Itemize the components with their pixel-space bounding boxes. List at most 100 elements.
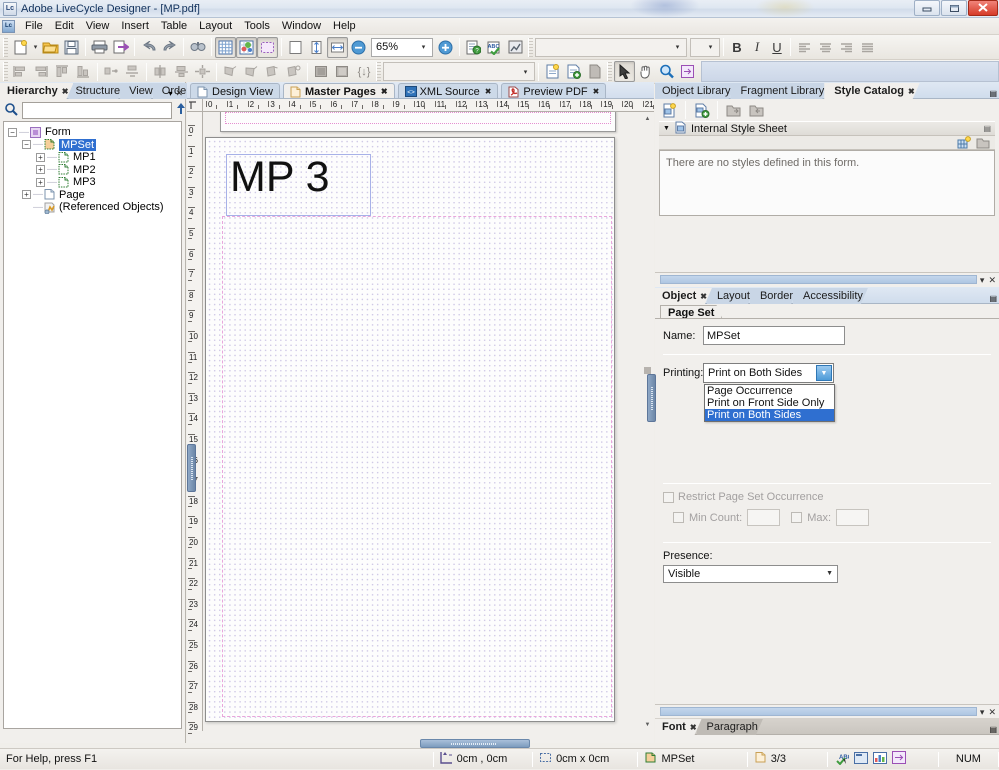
search-icon[interactable]: [4, 102, 18, 119]
tab-object-library[interactable]: Object Library: [655, 83, 735, 99]
printing-dropdown-list[interactable]: Page Occurrence Print on Front Side Only…: [704, 384, 835, 422]
align-objects-right-icon[interactable]: [31, 61, 52, 82]
same-size-icon[interactable]: [262, 61, 283, 82]
right-splitter-handle[interactable]: [647, 374, 656, 422]
underline-button[interactable]: U: [767, 37, 787, 57]
canvas-area[interactable]: MP 3: [204, 112, 641, 731]
tree-node-mp3[interactable]: + — MP3: [4, 176, 181, 189]
menu-view[interactable]: View: [80, 19, 116, 33]
tab-preview-pdf[interactable]: Preview PDF ✖: [501, 83, 607, 99]
distribute-horizontal-icon[interactable]: [101, 61, 122, 82]
chevron-down-icon-font[interactable]: ▾: [670, 40, 685, 55]
edit-fields-icon[interactable]: [677, 61, 698, 82]
tab-paragraph[interactable]: Paragraph: [697, 719, 763, 735]
previous-page-fragment[interactable]: [220, 112, 616, 132]
tab-fragment-library[interactable]: Fragment Library: [730, 83, 829, 99]
tab-structure[interactable]: Structure: [68, 83, 125, 99]
align-objects-left-icon[interactable]: [10, 61, 31, 82]
presence-dropdown[interactable]: Visible ▼: [663, 565, 838, 583]
min-count-checkbox[interactable]: [673, 512, 684, 523]
tab-master-pages[interactable]: Master Pages ✖: [282, 83, 395, 99]
align-left-icon[interactable]: [794, 37, 815, 58]
style-list[interactable]: There are no styles defined in this form…: [659, 150, 995, 216]
select-tool-icon[interactable]: [614, 61, 635, 82]
preview-status-icon[interactable]: [853, 751, 868, 767]
close-icon-font-tab[interactable]: ✖: [690, 723, 697, 732]
max-checkbox[interactable]: [791, 512, 803, 523]
expander-mp1[interactable]: +: [36, 152, 45, 162]
bold-button[interactable]: B: [727, 37, 747, 57]
close-icon-preview-pdf[interactable]: ✖: [593, 87, 600, 96]
tab-object[interactable]: Object ✖: [655, 288, 712, 304]
zoom-in-icon[interactable]: [435, 37, 456, 58]
panel-menu-icon-font[interactable]: ▾: [980, 707, 985, 718]
chevron-down-icon-stylesheet[interactable]: ▼: [663, 125, 670, 132]
search-input[interactable]: [22, 101, 172, 119]
bottom-splitter-handle[interactable]: [420, 739, 530, 748]
tab-style-catalog[interactable]: Style Catalog ✖: [824, 83, 919, 99]
fit-to-content-icon[interactable]: [283, 61, 304, 82]
restrict-occurrence-row[interactable]: Restrict Page Set Occurrence: [655, 491, 999, 503]
tab-order-icon[interactable]: {↓}: [353, 61, 374, 82]
app-menu-icon[interactable]: Lc: [2, 19, 15, 33]
printing-dropdown[interactable]: Print on Both Sides ▼ Page Occurrence Pr…: [703, 363, 835, 422]
close-icon-font-panel[interactable]: ✕: [988, 707, 996, 718]
zoom-tool-icon[interactable]: [656, 61, 677, 82]
ruler-corner[interactable]: [187, 99, 203, 112]
close-icon-object-panel[interactable]: ✕: [988, 275, 996, 286]
new-form-icon[interactable]: [10, 37, 31, 58]
align-center-icon[interactable]: [815, 37, 836, 58]
expander-mp2[interactable]: +: [36, 165, 45, 175]
close-icon-left-panel[interactable]: ✕: [175, 89, 183, 98]
tab-accessibility[interactable]: Accessibility: [793, 288, 868, 304]
tab-border[interactable]: Border: [750, 288, 798, 304]
tab-hierarchy[interactable]: Hierarchy ✖: [0, 83, 73, 99]
spellcheck-status-icon[interactable]: ABC: [834, 751, 852, 768]
master-page-text-object[interactable]: MP 3: [226, 154, 371, 216]
tab-font[interactable]: Font ✖: [655, 719, 702, 735]
hierarchy-tree[interactable]: − — Form − — MPSet + — MP1 + — MP2 + — M…: [3, 121, 182, 729]
show-grid-icon[interactable]: [215, 36, 236, 58]
tree-node-mpset[interactable]: − — MPSet: [4, 138, 181, 152]
actual-size-icon[interactable]: [285, 37, 306, 58]
menu-table[interactable]: Table: [155, 19, 193, 33]
align-objects-bottom-icon[interactable]: [73, 61, 94, 82]
tab-layout[interactable]: Layout: [707, 288, 755, 304]
menu-help[interactable]: Help: [327, 19, 362, 33]
max-field[interactable]: [836, 509, 870, 526]
align-right-icon[interactable]: [836, 37, 857, 58]
print-preview-icon[interactable]: [110, 37, 131, 58]
panel-menu-icon-object-tabs[interactable]: ▤: [989, 294, 997, 303]
form-status-icon[interactable]: [891, 751, 906, 767]
toolbar-grip-3[interactable]: [3, 62, 8, 81]
form-properties-icon[interactable]: ?: [463, 37, 484, 58]
save-icon[interactable]: [61, 37, 82, 58]
restrict-occurrence-checkbox[interactable]: [663, 491, 674, 503]
close-icon-master-pages[interactable]: ✖: [381, 87, 388, 96]
zoom-out-icon[interactable]: [348, 37, 369, 58]
show-boundaries-icon[interactable]: [257, 36, 278, 58]
expander-mpset[interactable]: −: [22, 140, 31, 150]
internal-style-sheet-header[interactable]: ▼ Internal Style Sheet ▤: [659, 121, 995, 136]
master-page-canvas[interactable]: MP 3: [205, 137, 615, 722]
same-width-icon[interactable]: [220, 61, 241, 82]
expander-form[interactable]: −: [8, 127, 17, 137]
toolbar-grip-2[interactable]: [528, 37, 533, 57]
chevron-down-icon-presence[interactable]: ▼: [826, 570, 833, 577]
printing-option-front-side-only[interactable]: Print on Front Side Only: [705, 397, 834, 409]
close-button[interactable]: [968, 0, 998, 16]
center-horizontally-icon[interactable]: [150, 61, 171, 82]
same-height-icon[interactable]: [241, 61, 262, 82]
export-style-icon[interactable]: [746, 100, 767, 121]
minimize-button[interactable]: [914, 0, 940, 16]
toolbar-grip-5[interactable]: [607, 62, 612, 81]
add-style-icon[interactable]: [691, 100, 712, 121]
menu-layout[interactable]: Layout: [193, 19, 238, 33]
close-icon-xml-source[interactable]: ✖: [485, 87, 492, 96]
tab-design-view[interactable]: Design View: [190, 83, 280, 99]
printing-option-both-sides[interactable]: Print on Both Sides: [705, 409, 834, 421]
panel-menu-icon[interactable]: ▾: [168, 89, 172, 98]
delete-style-icon[interactable]: [976, 136, 990, 152]
close-icon-object-tab[interactable]: ✖: [700, 292, 707, 301]
close-icon-style-catalog[interactable]: ✖: [908, 87, 915, 96]
